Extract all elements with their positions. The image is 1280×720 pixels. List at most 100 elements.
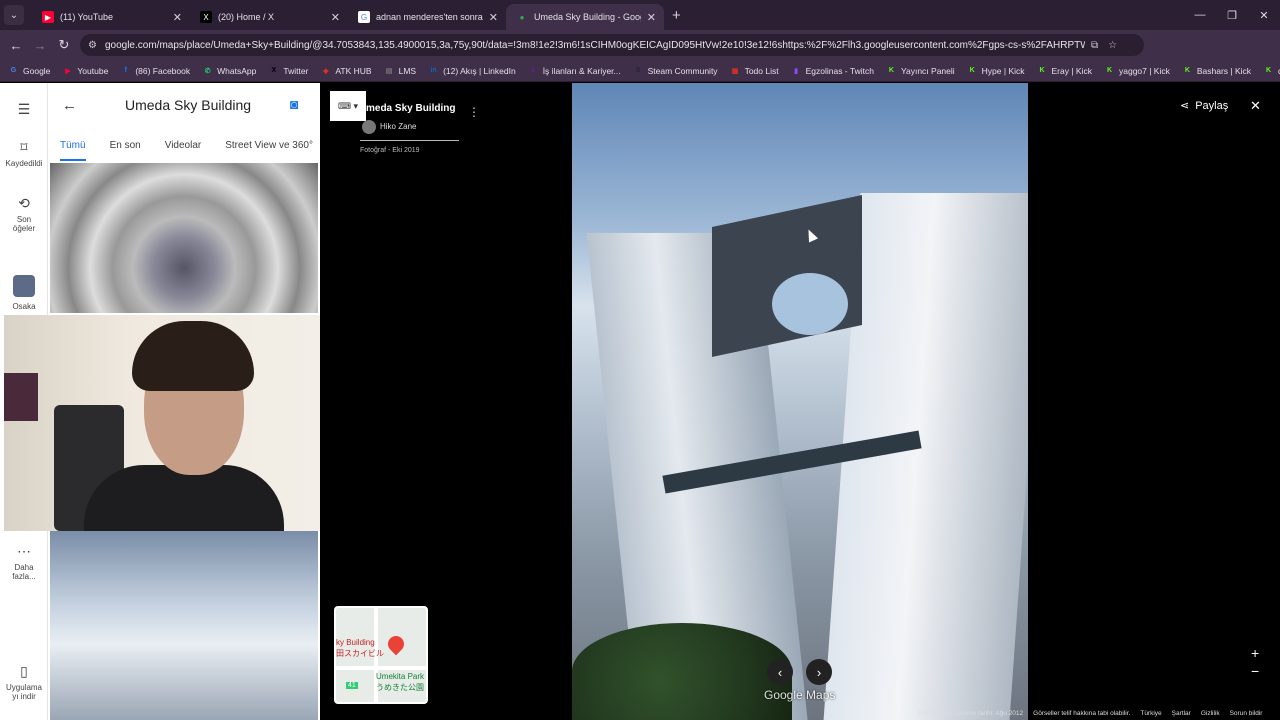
bookmark-item[interactable]: f (86) Facebook — [120, 65, 190, 76]
phone-icon: ▯ — [20, 663, 28, 679]
recent-item[interactable]: ⟲ Son öğeler — [0, 195, 48, 233]
add-photo-icon[interactable]: ◙ — [290, 96, 298, 112]
google-maps-page: ☰ ⌑ Kaydedildi ⟲ Son öğeler Osaka ⋯ Daha… — [0, 83, 1280, 720]
bookmark-favicon-icon: X — [271, 67, 277, 74]
bookmark-label: Google — [23, 65, 51, 76]
forward-icon[interactable]: → — [28, 33, 52, 57]
window-controls: — ❐ ✕ — [1184, 0, 1280, 30]
close-viewer-icon[interactable]: ✕ — [1250, 98, 1261, 114]
bookmark-item[interactable]: Kyaggo7 | Kick — [1104, 65, 1170, 76]
tab-street-view[interactable]: Street View ve 360° — [225, 135, 313, 161]
language-link[interactable]: Türkiye — [1140, 710, 1161, 717]
bookmark-item[interactable]: ▤ LMS — [384, 65, 416, 76]
new-tab-icon[interactable]: + — [672, 7, 681, 24]
map-footer: Görüntünün çekilme tarihi: Ağu 2012 Görs… — [918, 710, 1272, 717]
bookmark-item[interactable]: k İş ilanları & Kariyer... — [528, 65, 620, 76]
bookmark-item[interactable]: ✆ WhatsApp — [202, 65, 257, 76]
minimize-icon[interactable]: — — [1184, 0, 1216, 30]
bookmark-item[interactable]: Kdirim | Kick — [1263, 65, 1280, 76]
bookmark-label: Yayıncı Paneli — [900, 65, 955, 76]
bookmark-item[interactable]: K Hype | Kick — [967, 65, 1025, 76]
bookmark-item[interactable]: ◆ ATK HUB — [320, 65, 371, 76]
close-tab-icon[interactable]: ✕ — [173, 11, 182, 24]
close-tab-icon[interactable]: ✕ — [647, 11, 656, 24]
more-item[interactable]: ⋯ Daha fazla... — [0, 543, 48, 581]
bookmark-label: Youtube — [77, 65, 109, 76]
divider — [360, 140, 459, 141]
bookmark-label: Egzolinas - Twitch — [805, 65, 874, 76]
tab-x[interactable]: X (20) Home / X ✕ — [190, 4, 348, 30]
bookmark-favicon-icon: K — [1039, 67, 1045, 74]
bookmark-item[interactable]: S Steam Community — [633, 65, 718, 76]
tab-google-search[interactable]: G adnan menderes'ten sonraki cu ✕ — [348, 4, 506, 30]
privacy-link[interactable]: Gizlilik — [1201, 710, 1220, 717]
close-window-icon[interactable]: ✕ — [1248, 0, 1280, 30]
bookmark-item[interactable]: G Google — [8, 65, 51, 76]
bookmark-item[interactable]: ▦ Todo List — [730, 65, 779, 76]
map-label-place: ky Building — [336, 638, 375, 647]
tab-youtube[interactable]: ▶ (11) YouTube ✕ — [32, 4, 190, 30]
copyright-note[interactable]: Görseller telif hakkına tabi olabilir. — [1033, 710, 1130, 717]
tab-videos[interactable]: Videolar — [165, 135, 202, 161]
bookmark-item[interactable]: K Bashars | Kick — [1182, 65, 1251, 76]
photo-place-name[interactable]: meda Sky Building — [366, 103, 455, 114]
bookmark-label: Hype | Kick — [981, 65, 1025, 76]
keyboard-shortcuts-icon[interactable]: ⌨ ▾ — [330, 91, 366, 121]
zoom-out-icon[interactable]: − — [1251, 663, 1259, 679]
photo-thumbnail[interactable] — [50, 531, 318, 720]
reload-icon[interactable]: ↻ — [52, 33, 76, 57]
bookmark-item[interactable]: ▮ Egzolinas - Twitch — [791, 65, 874, 76]
install-icon[interactable]: ⧉ — [1091, 40, 1098, 51]
back-arrow-icon[interactable]: ← — [62, 97, 77, 114]
share-button[interactable]: ⋖ Paylaş — [1180, 99, 1228, 113]
prev-photo-icon[interactable]: ‹ — [767, 659, 793, 685]
restore-icon[interactable]: ❐ — [1216, 0, 1248, 30]
bookmark-item[interactable]: K Eray | Kick — [1037, 65, 1092, 76]
next-photo-icon[interactable]: › — [806, 659, 832, 685]
tab-all[interactable]: Tümü — [60, 135, 86, 161]
bookmark-label: (12) Akış | LinkedIn — [443, 65, 516, 76]
more-dots-icon: ⋯ — [17, 543, 31, 559]
author-avatar[interactable] — [362, 120, 376, 134]
bookmark-star-icon[interactable]: ☆ — [1108, 40, 1117, 51]
place-title: Umeda Sky Building — [125, 97, 252, 113]
more-options-icon[interactable]: ⋮ — [468, 105, 480, 119]
close-tab-icon[interactable]: ✕ — [331, 11, 340, 24]
tab-search-icon[interactable]: ⌄ — [4, 5, 24, 25]
recent-place-osaka[interactable]: Osaka — [0, 275, 48, 311]
bookmark-label: LMS — [398, 65, 417, 76]
bookmark-item[interactable]: X Twitter — [268, 65, 309, 76]
osaka-label: Osaka — [12, 302, 36, 311]
map-label-park: Umekita Park — [376, 672, 425, 681]
url-text[interactable]: google.com/maps/place/Umeda+Sky+Building… — [105, 40, 1085, 51]
zoom-in-icon[interactable]: + — [1251, 645, 1259, 661]
bookmark-favicon-icon: K — [969, 67, 975, 74]
bookmark-label: Twitter — [283, 65, 309, 76]
saved-item[interactable]: ⌑ Kaydedildi — [0, 139, 48, 168]
mini-map[interactable]: ky Building 田スカイビル Umekita Park うめきた公園 4… — [334, 606, 428, 704]
bookmark-item[interactable]: K Yayıncı Paneli — [886, 65, 955, 76]
tab-strip: ⌄ ▶ (11) YouTube ✕ X (20) Home / X ✕ G a… — [0, 0, 1280, 30]
bookmark-favicon-icon: G — [10, 67, 17, 74]
place-thumb-icon — [13, 275, 35, 297]
close-tab-icon[interactable]: ✕ — [489, 11, 498, 24]
map-label-place-jp: 田スカイビル — [336, 649, 384, 658]
bookmark-item[interactable]: ▶ Youtube — [62, 65, 108, 76]
address-bar[interactable]: ⚙ google.com/maps/place/Umeda+Sky+Buildi… — [80, 34, 1144, 56]
back-icon[interactable]: ← — [4, 33, 28, 57]
menu-item[interactable]: ☰ — [0, 101, 48, 121]
hamburger-menu-icon[interactable]: ☰ — [0, 101, 48, 118]
map-pin-icon — [384, 632, 408, 656]
download-app-item[interactable]: ▯ Uygulama yı indir — [0, 663, 48, 701]
maps-icon: ● — [519, 12, 525, 22]
tab-google-maps[interactable]: ● Umeda Sky Building - Google M ✕ — [506, 4, 664, 30]
terms-link[interactable]: Şartlar — [1172, 710, 1191, 717]
bookmark-item[interactable]: in (12) Akış | LinkedIn — [428, 65, 516, 76]
site-info-icon[interactable]: ⚙ — [88, 40, 97, 51]
tab-latest[interactable]: En son — [110, 135, 141, 161]
main-photo[interactable] — [572, 83, 1028, 720]
bookmark-favicon-icon: ▮ — [794, 67, 799, 75]
photo-author[interactable]: Hiko Zane — [380, 122, 416, 131]
report-link[interactable]: Sorun bildir — [1230, 710, 1263, 717]
photo-thumbnail[interactable] — [50, 163, 318, 313]
